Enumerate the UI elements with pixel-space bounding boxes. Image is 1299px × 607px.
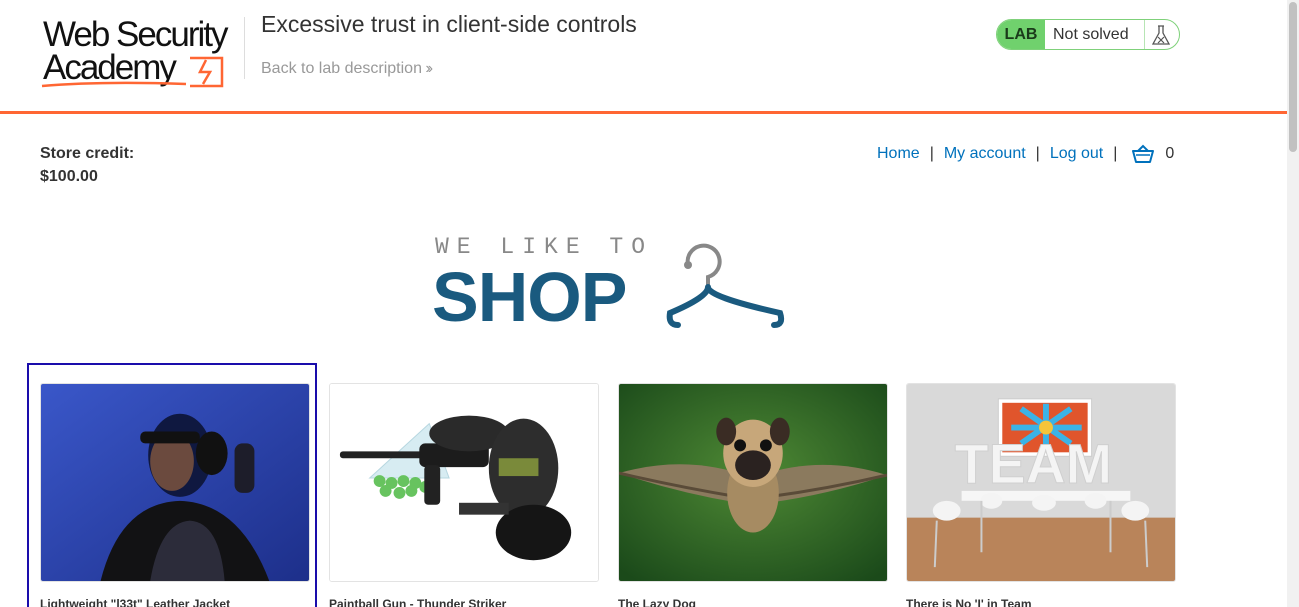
jacket-photo-icon xyxy=(41,384,309,581)
store-credit-value: $100.00 xyxy=(40,168,98,185)
svg-text:TEAM: TEAM xyxy=(955,433,1112,495)
lab-badge-label: LAB xyxy=(997,20,1045,49)
lab-status-badge: LAB Not solved xyxy=(996,19,1180,50)
product-image-lazy-dog[interactable] xyxy=(618,383,888,582)
flying-pug-photo-icon xyxy=(619,384,887,581)
product-image-team-sign[interactable]: TEAM xyxy=(906,383,1176,582)
nav-home-link[interactable]: Home xyxy=(877,145,920,163)
product-image-jacket[interactable] xyxy=(40,383,310,582)
back-to-lab-description-link[interactable]: Back to lab description ›› xyxy=(261,60,433,78)
product-title: Lightweight "l33t" Leather Jacket xyxy=(40,597,231,607)
logo-divider xyxy=(244,17,245,79)
product-title: There is No 'I' in Team xyxy=(906,597,1032,607)
web-security-academy-logo[interactable]: Web Security Academy xyxy=(40,14,245,90)
back-link-label: Back to lab description xyxy=(261,60,422,77)
product-title: The Lazy Dog xyxy=(618,597,697,607)
page-scrollbar[interactable] xyxy=(1287,0,1299,607)
lab-status-text: Not solved xyxy=(1053,26,1129,43)
badge-divider xyxy=(1144,20,1145,49)
product-image-paintball-gun[interactable] xyxy=(329,383,599,582)
store-credit-label: Store credit: xyxy=(40,145,135,162)
nav-log-out-link[interactable]: Log out xyxy=(1050,145,1103,163)
logo-bolt-icon xyxy=(41,56,224,88)
cart-count: 0 xyxy=(1165,145,1175,162)
flask-icon xyxy=(1151,25,1171,45)
we-like-to-shop-banner: WE LIKE TO SHOP xyxy=(432,232,792,336)
lab-title: Excessive trust in client-side controls xyxy=(261,11,637,37)
paintball-gun-photo-icon xyxy=(330,384,598,581)
page: Web Security Academy Excessive trust in … xyxy=(0,0,1299,607)
nav-separator: | xyxy=(1035,145,1040,162)
nav-separator: | xyxy=(1113,145,1118,162)
product-title: Paintball Gun - Thunder Striker xyxy=(329,597,507,607)
team-sign-photo-icon: TEAM xyxy=(907,384,1175,581)
cart-basket-icon[interactable] xyxy=(1131,144,1155,164)
double-chevron-right-icon: ›› xyxy=(423,60,433,77)
academy-header: Web Security Academy Excessive trust in … xyxy=(0,0,1287,114)
nav-my-account-link[interactable]: My account xyxy=(944,145,1026,163)
coat-hanger-icon xyxy=(666,243,785,328)
scrollbar-thumb[interactable] xyxy=(1289,2,1297,152)
top-nav: Home | My account | Log out | 0 xyxy=(877,144,1174,164)
nav-separator: | xyxy=(929,145,934,162)
banner-title: SHOP xyxy=(432,258,627,336)
